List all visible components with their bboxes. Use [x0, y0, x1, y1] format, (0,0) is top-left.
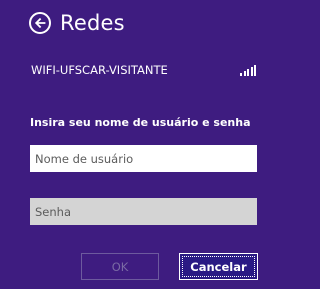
signal-strength-icon: [240, 64, 256, 76]
page-title: Redes: [60, 11, 125, 35]
header: Redes: [29, 10, 125, 36]
network-name: WIFI-UFSCAR-VISITANTE: [31, 63, 168, 77]
network-row: WIFI-UFSCAR-VISITANTE: [31, 62, 256, 78]
username-input[interactable]: [30, 145, 257, 172]
ok-button[interactable]: OK: [81, 253, 159, 280]
cancel-button[interactable]: Cancelar: [179, 253, 258, 280]
back-arrow-icon: [34, 17, 46, 29]
credentials-prompt: Insira seu nome de usuário e senha: [30, 116, 251, 129]
back-button[interactable]: [29, 12, 51, 34]
password-input[interactable]: [30, 198, 257, 225]
